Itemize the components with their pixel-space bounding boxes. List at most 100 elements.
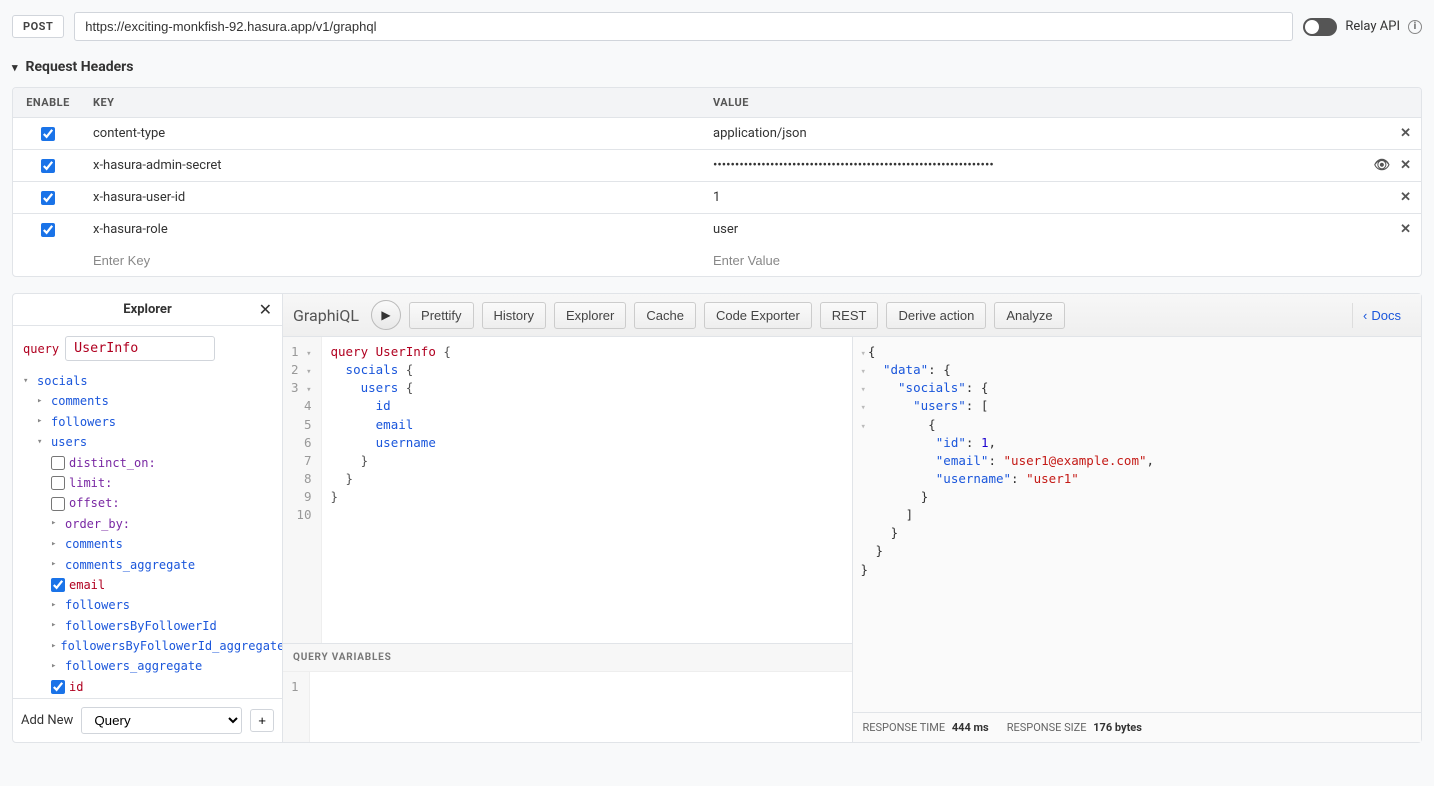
query-keyword: query <box>23 342 59 356</box>
relay-label: Relay API <box>1345 19 1400 34</box>
header-key-input[interactable] <box>93 253 693 268</box>
result-column: ▾{▾ "data": {▾ "socials": {▾ "users": [▾… <box>853 337 1422 742</box>
header-enable-checkbox[interactable] <box>41 127 55 141</box>
headers-table-head: ENABLE KEY VALUE <box>13 88 1421 118</box>
header-row: x-hasura-roleuser ✕ <box>13 214 1421 245</box>
header-key[interactable]: x-hasura-role <box>83 214 703 245</box>
caret-right-icon[interactable]: ▸ <box>37 394 47 409</box>
caret-down-icon[interactable]: ▾ <box>37 435 47 450</box>
tree-node[interactable]: followers_aggregate <box>65 656 202 676</box>
explorer-header: Explorer ✕ <box>13 294 282 326</box>
query-name-row: query <box>23 336 272 361</box>
add-new-button[interactable]: + <box>250 709 274 732</box>
remove-header-icon[interactable]: ✕ <box>1400 158 1411 173</box>
result-viewer[interactable]: ▾{▾ "data": {▾ "socials": {▾ "users": [▾… <box>853 337 1422 712</box>
field-checkbox[interactable] <box>51 578 65 592</box>
col-key: KEY <box>83 88 703 117</box>
query-column: 1 ▾2 ▾3 ▾45678910 query UserInfo { socia… <box>283 337 853 742</box>
tree-arg[interactable]: order_by: <box>65 514 130 534</box>
rest-button[interactable]: REST <box>820 302 879 329</box>
tree-node[interactable]: comments <box>51 391 109 411</box>
header-key[interactable]: content-type <box>83 118 703 149</box>
col-value: VALUE <box>703 88 1351 117</box>
code-exporter-button[interactable]: Code Exporter <box>704 302 812 329</box>
header-row: content-typeapplication/json ✕ <box>13 118 1421 150</box>
caret-right-icon[interactable]: ▸ <box>51 618 61 633</box>
tree-node[interactable]: followers <box>65 595 130 615</box>
analyze-button[interactable]: Analyze <box>994 302 1064 329</box>
explorer-body: query ▾ socials ▸ comments ▸ followers ▾ usersd… <box>13 326 282 698</box>
header-key[interactable]: x-hasura-admin-secret <box>83 150 703 181</box>
endpoint-url-input[interactable] <box>74 12 1293 41</box>
history-button[interactable]: History <box>482 302 546 329</box>
editor-area: 1 ▾2 ▾3 ▾45678910 query UserInfo { socia… <box>283 337 1421 742</box>
header-enable-checkbox[interactable] <box>41 191 55 205</box>
remove-header-icon[interactable]: ✕ <box>1400 190 1411 205</box>
prettify-button[interactable]: Prettify <box>409 302 473 329</box>
remove-header-icon[interactable]: ✕ <box>1400 126 1411 141</box>
caret-right-icon[interactable]: ▸ <box>51 639 56 654</box>
explorer-footer: Add New Query + <box>13 698 282 742</box>
tree-arg[interactable]: offset: <box>69 493 120 513</box>
query-name-input[interactable] <box>65 336 215 361</box>
docs-label: Docs <box>1371 308 1401 323</box>
query-editor[interactable]: 1 ▾2 ▾3 ▾45678910 query UserInfo { socia… <box>283 337 852 643</box>
request-headers-title: Request Headers <box>26 59 134 75</box>
header-value[interactable]: user <box>703 214 1351 245</box>
close-icon[interactable]: ✕ <box>259 300 272 319</box>
header-value[interactable]: application/json <box>703 118 1351 149</box>
tree-arg[interactable]: limit: <box>69 473 112 493</box>
caret-down-icon[interactable]: ▾ <box>23 374 33 389</box>
field-checkbox[interactable] <box>51 497 65 511</box>
caret-right-icon[interactable]: ▸ <box>51 516 61 531</box>
header-row: x-hasura-admin-secret•••••••••••••••••••… <box>13 150 1421 182</box>
derive-action-button[interactable]: Derive action <box>886 302 986 329</box>
cache-button[interactable]: Cache <box>634 302 696 329</box>
caret-right-icon[interactable]: ▸ <box>37 414 47 429</box>
add-new-select[interactable]: Query <box>81 707 242 734</box>
header-new-row <box>13 245 1421 276</box>
tree-node[interactable]: users <box>51 432 87 452</box>
tree-node[interactable]: followersByFollowerId <box>65 616 217 636</box>
status-bar: RESPONSE TIME 444 ms RESPONSE SIZE 176 b… <box>853 712 1422 742</box>
explorer-title: Explorer <box>123 302 171 317</box>
explorer-pane: Explorer ✕ query ▾ socials ▸ comments ▸ follo… <box>13 294 283 742</box>
docs-button[interactable]: ‹ Docs <box>1352 303 1411 328</box>
http-method-badge: POST <box>12 15 64 38</box>
field-checkbox[interactable] <box>51 456 65 470</box>
header-row: x-hasura-user-id1 ✕ <box>13 182 1421 214</box>
header-enable-checkbox[interactable] <box>41 223 55 237</box>
tree-node[interactable]: comments <box>65 534 123 554</box>
caret-right-icon[interactable]: ▸ <box>51 659 61 674</box>
info-icon[interactable]: i <box>1408 20 1422 34</box>
caret-right-icon[interactable]: ▸ <box>51 598 61 613</box>
header-key[interactable]: x-hasura-user-id <box>83 182 703 213</box>
request-headers-table: ENABLE KEY VALUE content-typeapplication… <box>12 87 1422 277</box>
field-checkbox[interactable] <box>51 476 65 490</box>
tree-arg[interactable]: distinct_on: <box>69 453 156 473</box>
header-value-input[interactable] <box>713 253 1341 268</box>
header-value[interactable]: ••••••••••••••••••••••••••••••••••••••••… <box>703 150 1351 181</box>
tree-field[interactable]: id <box>69 677 83 697</box>
query-variables-editor[interactable]: 1 <box>283 672 852 742</box>
query-variables-title[interactable]: QUERY VARIABLES <box>283 644 852 672</box>
caret-right-icon[interactable]: ▸ <box>51 537 61 552</box>
chevron-down-icon: ▾ <box>12 61 18 74</box>
tree-field[interactable]: email <box>69 575 105 595</box>
tree-node[interactable]: followers <box>51 412 116 432</box>
header-enable-checkbox[interactable] <box>41 159 55 173</box>
tree-node[interactable]: comments_aggregate <box>65 555 195 575</box>
remove-header-icon[interactable]: ✕ <box>1400 222 1411 237</box>
endpoint-bar: POST Relay API i <box>12 12 1422 41</box>
field-checkbox[interactable] <box>51 680 65 694</box>
query-variables-pane: QUERY VARIABLES 1 <box>283 643 852 742</box>
execute-button[interactable]: ▶ <box>371 300 401 330</box>
relay-toggle-switch[interactable] <box>1303 18 1337 36</box>
eye-icon[interactable]: 👁 <box>1374 158 1391 173</box>
request-headers-toggle[interactable]: ▾ Request Headers <box>12 59 1422 75</box>
tree-node[interactable]: followersByFollowerId_aggregate <box>60 636 282 656</box>
tree-node-socials[interactable]: socials <box>37 371 88 391</box>
caret-right-icon[interactable]: ▸ <box>51 557 61 572</box>
explorer-button[interactable]: Explorer <box>554 302 626 329</box>
header-value[interactable]: 1 <box>703 182 1351 213</box>
